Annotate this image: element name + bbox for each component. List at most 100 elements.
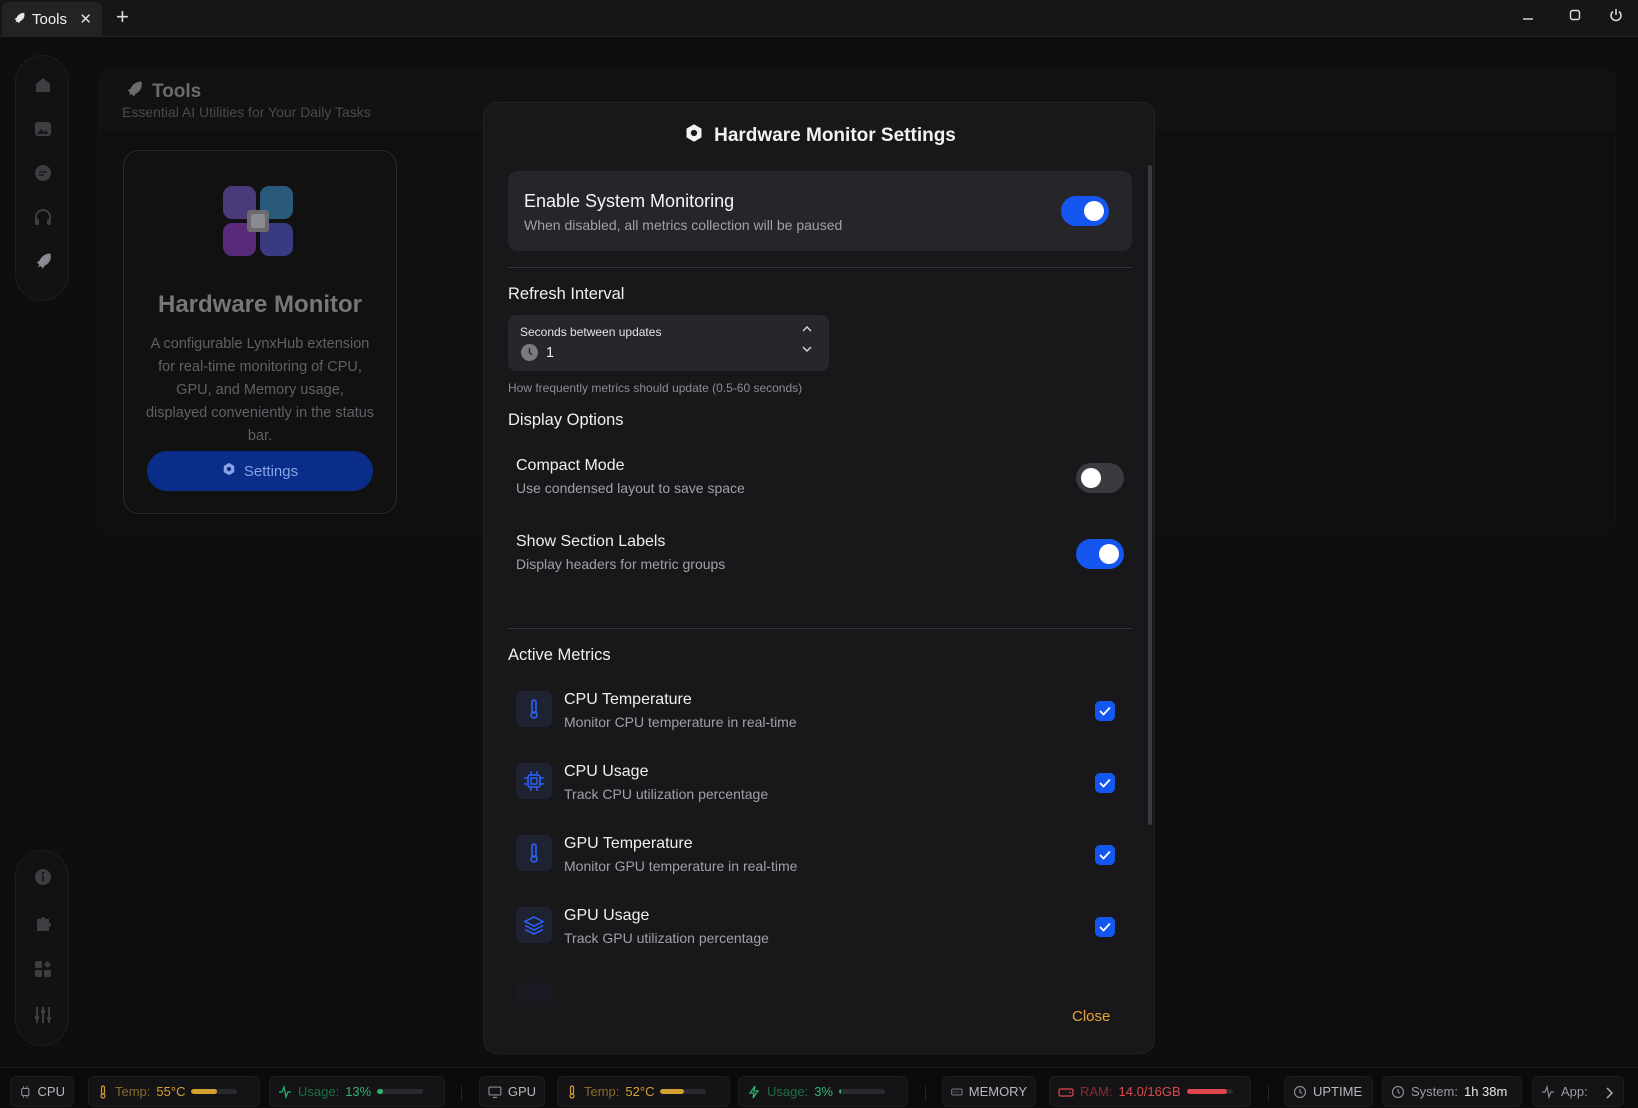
info-icon[interactable] xyxy=(16,865,70,889)
cpu-usage-value: 13% xyxy=(345,1084,372,1099)
gpu-temp-bar xyxy=(660,1089,707,1094)
chevron-right-icon[interactable] xyxy=(1595,1077,1623,1106)
cpu-chip-icon xyxy=(516,763,552,799)
enable-monitoring-toggle[interactable] xyxy=(1061,196,1109,226)
minimize-icon[interactable] xyxy=(1522,8,1534,24)
gpu-usage-label: Usage: xyxy=(767,1084,809,1099)
dialog-title: Hardware Monitor Settings xyxy=(484,123,1156,149)
settings-button-label: Settings xyxy=(243,462,299,480)
gear-icon xyxy=(684,123,704,149)
gpu-chip: GPU xyxy=(479,1076,545,1107)
gpu-temp-value: 52°C xyxy=(625,1084,655,1099)
metric-gpu-usage-subtitle: Track GPU utilization percentage xyxy=(564,930,769,946)
sidebar-nav-bottom xyxy=(15,850,69,1046)
refresh-interval-input[interactable]: Seconds between updates 1 xyxy=(508,315,829,371)
decrement-icon[interactable] xyxy=(802,345,812,356)
cpu-chip-icon xyxy=(21,1085,30,1098)
settings-button[interactable]: Settings xyxy=(147,451,373,491)
power-icon[interactable] xyxy=(1609,8,1623,25)
increment-icon[interactable] xyxy=(802,325,812,336)
status-bar: CPU Temp: 55°C Usage: 13% GPU Temp: 52°C… xyxy=(0,1067,1638,1108)
section-labels-title: Show Section Labels xyxy=(516,533,666,550)
compact-mode-subtitle: Use condensed layout to save space xyxy=(516,480,745,496)
hardware-monitor-card: Hardware Monitor A configurable LynxHub … xyxy=(123,150,397,514)
gpu-usage-bar xyxy=(839,1089,885,1094)
title-bar: Tools ✕ + xyxy=(0,0,1638,37)
interval-help-text: How frequently metrics should update (0.… xyxy=(508,381,803,395)
lightning-icon xyxy=(748,1085,760,1098)
drive-icon xyxy=(1058,1087,1074,1097)
system-uptime-value: 1h 38m xyxy=(1463,1084,1508,1099)
gpu-label: GPU xyxy=(507,1084,536,1099)
system-uptime-label: System: xyxy=(1411,1084,1458,1099)
cpu-usage-chip: Usage: 13% xyxy=(269,1076,445,1107)
hardware-monitor-logo xyxy=(222,185,294,257)
activity-icon xyxy=(279,1084,291,1099)
section-labels-toggle[interactable] xyxy=(1076,539,1124,569)
interval-value: 1 xyxy=(546,345,555,361)
metric-gpu-temperature-checkbox[interactable] xyxy=(1095,845,1115,865)
rocket-icon xyxy=(124,79,144,105)
metric-cpu-usage-checkbox[interactable] xyxy=(1095,773,1115,793)
widgets-icon[interactable] xyxy=(16,957,70,981)
separator xyxy=(461,1086,462,1100)
chat-icon[interactable] xyxy=(16,161,70,185)
compact-mode-toggle[interactable] xyxy=(1076,463,1124,493)
clock-icon xyxy=(1293,1085,1307,1098)
dialog-scrollbar[interactable] xyxy=(1148,165,1152,825)
maximize-icon[interactable] xyxy=(1569,8,1581,24)
puzzle-icon[interactable] xyxy=(16,911,70,935)
cpu-temp-bar xyxy=(191,1089,238,1094)
metric-gpu-usage-title: GPU Usage xyxy=(564,907,650,924)
cpu-temp-value: 55°C xyxy=(156,1084,186,1099)
thermometer-icon xyxy=(569,1084,575,1099)
close-button[interactable]: Close xyxy=(1072,1008,1110,1025)
page-subtitle: Essential AI Utilities for Your Daily Ta… xyxy=(122,104,371,120)
cpu-chip: CPU xyxy=(10,1076,74,1107)
separator xyxy=(925,1086,926,1100)
enable-monitoring-title: Enable System Monitoring xyxy=(524,191,735,211)
memory-icon xyxy=(951,1088,963,1095)
cpu-usage-bar xyxy=(377,1089,424,1094)
dialog-title-text: Hardware Monitor Settings xyxy=(714,125,956,146)
page-title-text: Tools xyxy=(152,81,202,102)
rocket-icon[interactable] xyxy=(16,249,70,273)
metric-cpu-usage-title: CPU Usage xyxy=(564,763,649,780)
hardware-monitor-settings-dialog: Hardware Monitor Settings Enable System … xyxy=(483,102,1155,1054)
memory-label: MEMORY xyxy=(968,1084,1027,1099)
home-icon[interactable] xyxy=(16,73,70,97)
card-description: A configurable LynxHub extension for rea… xyxy=(145,336,375,444)
gear-icon xyxy=(222,462,236,480)
activity-icon xyxy=(1542,1084,1554,1099)
gpu-temp-label: Temp: xyxy=(584,1084,620,1099)
new-tab-button[interactable]: + xyxy=(116,4,129,30)
metric-cpu-temperature-title: CPU Temperature xyxy=(564,691,692,708)
sliders-icon[interactable] xyxy=(16,1003,70,1027)
app-uptime-chip: App: xyxy=(1532,1076,1624,1107)
metric-gpu-usage-checkbox[interactable] xyxy=(1095,917,1115,937)
ram-chip: RAM: 14.0/16GB xyxy=(1049,1076,1251,1107)
metric-gpu-temperature-subtitle: Monitor GPU temperature in real-time xyxy=(564,858,798,874)
gpu-temp-chip: Temp: 52°C xyxy=(557,1076,730,1107)
interval-field-label: Seconds between updates xyxy=(520,325,662,339)
ram-label: RAM: xyxy=(1080,1084,1113,1099)
thermometer-icon xyxy=(100,1084,106,1099)
cpu-label: CPU xyxy=(37,1084,65,1099)
separator xyxy=(1268,1086,1269,1100)
gpu-usage-value: 3% xyxy=(814,1084,833,1099)
metric-partial-row xyxy=(516,981,1116,1001)
tab-close-icon[interactable]: ✕ xyxy=(79,10,92,28)
thermometer-icon xyxy=(516,691,552,727)
card-title: Hardware Monitor xyxy=(157,291,363,318)
page-title: Tools xyxy=(124,79,201,105)
enable-monitoring-panel: Enable System Monitoring When disabled, … xyxy=(508,171,1132,251)
tab-label: Tools xyxy=(32,11,68,28)
clock-icon xyxy=(1391,1085,1405,1098)
headphones-icon[interactable] xyxy=(16,205,70,229)
rocket-icon xyxy=(12,11,26,29)
tab-tools[interactable]: Tools ✕ xyxy=(2,2,102,37)
image-icon[interactable] xyxy=(16,117,70,141)
metric-cpu-temperature-checkbox[interactable] xyxy=(1095,701,1115,721)
uptime-label: UPTIME xyxy=(1313,1084,1363,1099)
cpu-usage-label: Usage: xyxy=(298,1084,340,1099)
